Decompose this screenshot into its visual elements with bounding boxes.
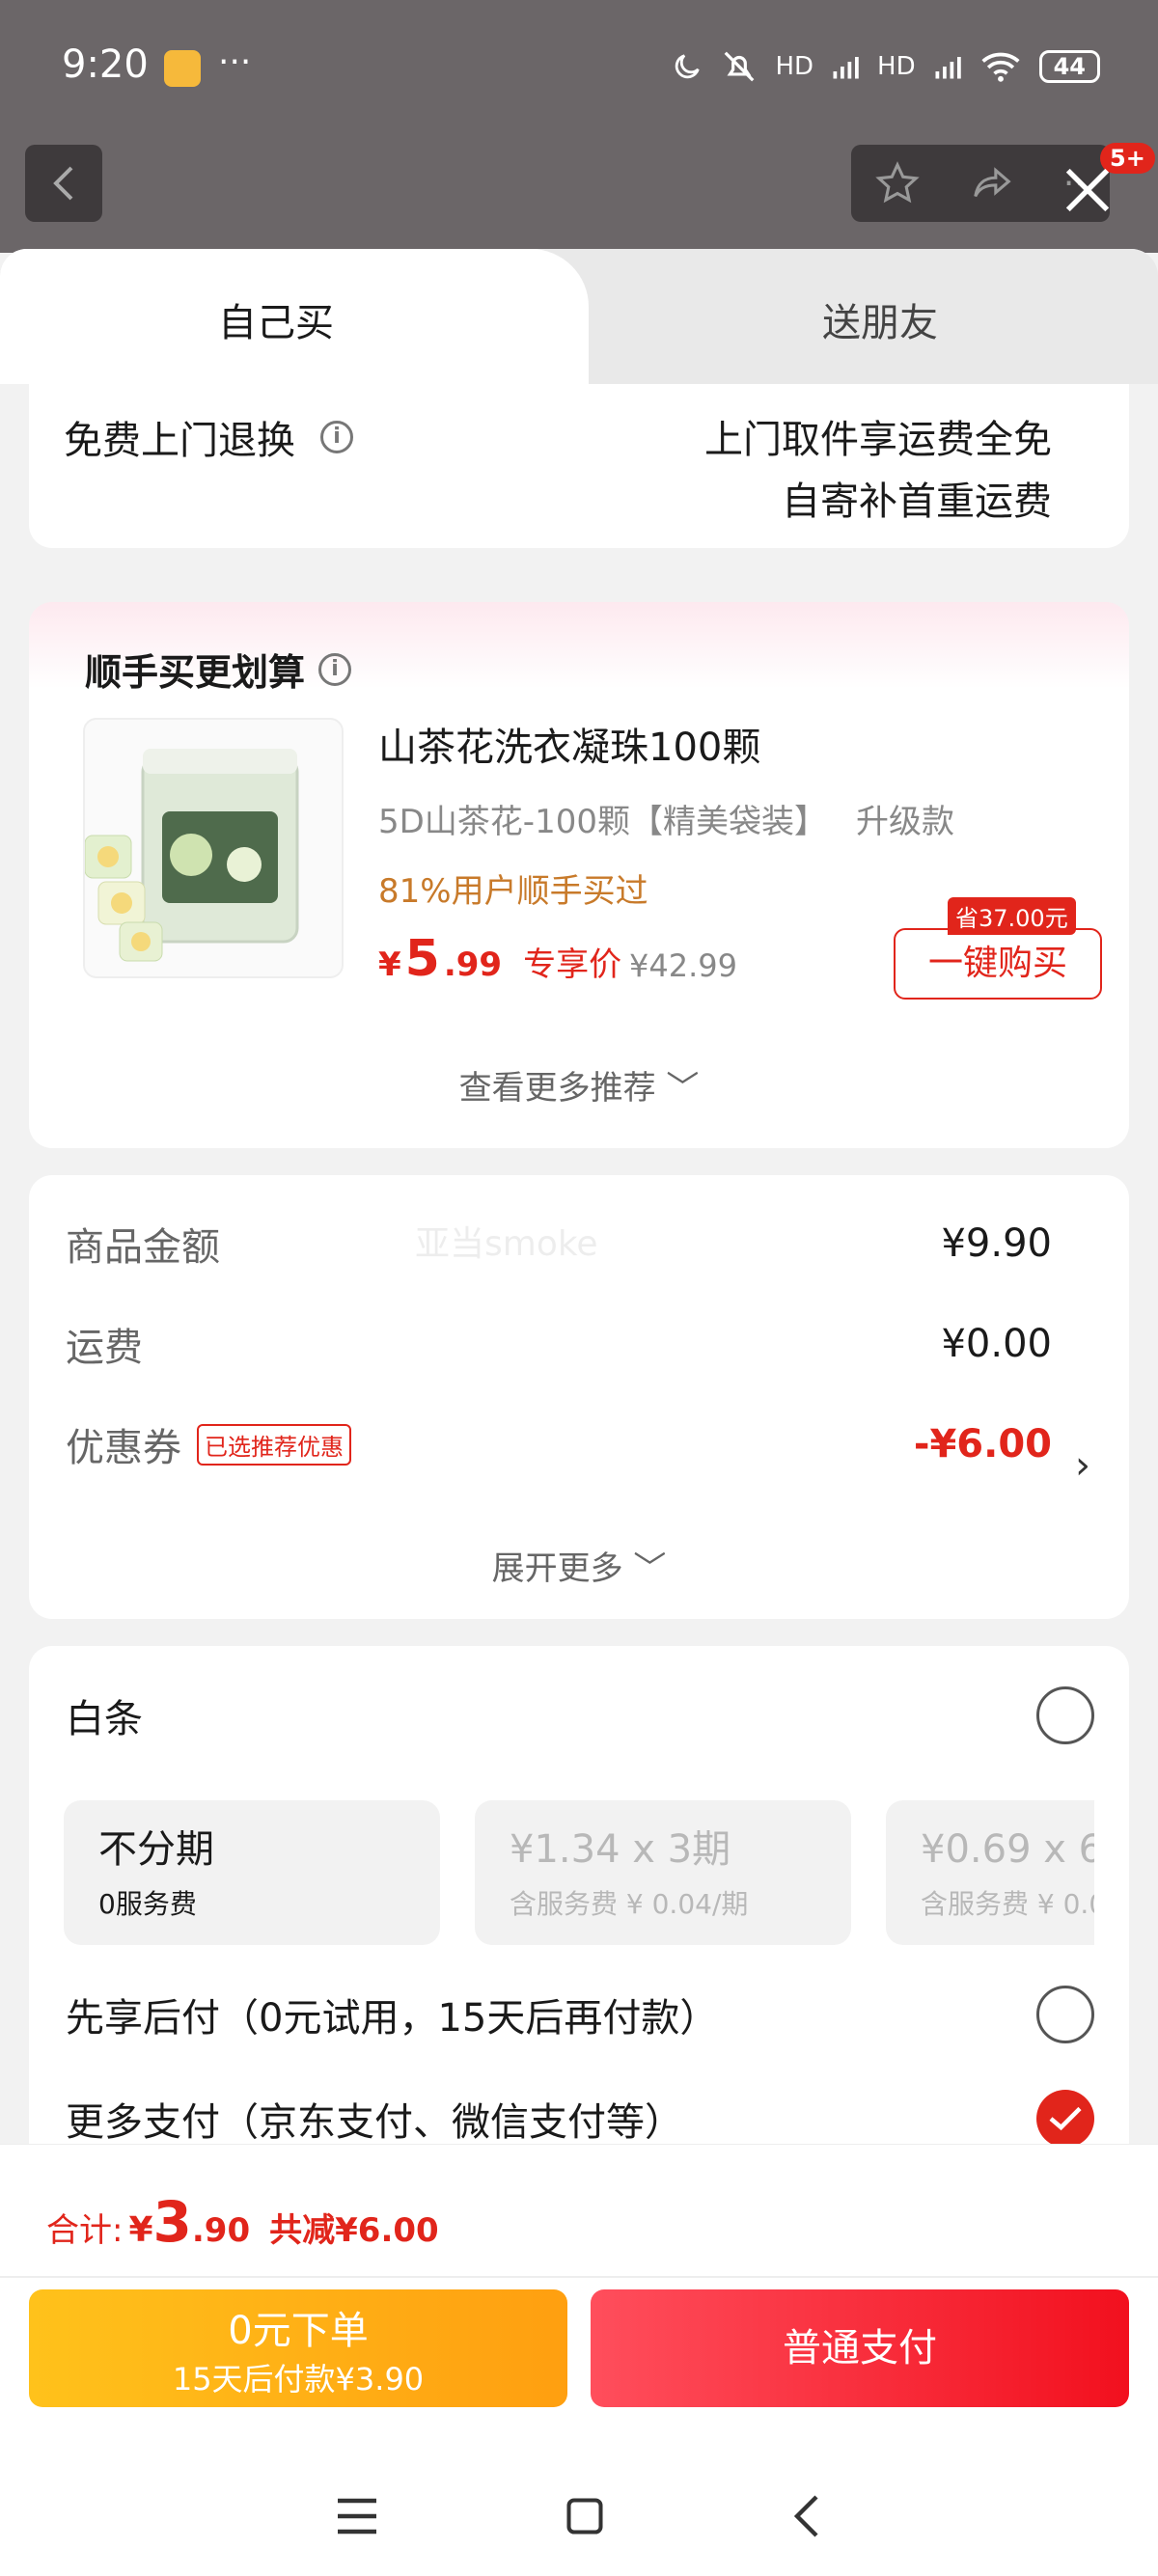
- pay-later-label: 先享后付（0元试用，15天后再付款）: [66, 1996, 719, 2041]
- total-decimal: .90: [191, 2211, 251, 2250]
- pay-later-row[interactable]: 先享后付（0元试用，15天后再付款）: [66, 1986, 1094, 2043]
- product-bucket-illustration: [85, 749, 299, 962]
- product-name[interactable]: 山茶花洗衣凝珠100颗: [378, 716, 760, 772]
- status-indicators: HD HD 44: [671, 48, 1100, 85]
- tab-buy-self-label: 自己买: [218, 301, 334, 345]
- product-spec: 5D山茶花-100颗【精美袋装】 升级款: [378, 795, 954, 842]
- chevron-right-icon[interactable]: ›: [1075, 1443, 1090, 1488]
- coupon-label-group: 优惠券 已选推荐优惠: [66, 1416, 351, 1472]
- back-arrow-icon[interactable]: [789, 2493, 824, 2539]
- product-spec-text: 5D山茶花-100颗【精美袋装】: [378, 803, 827, 841]
- save-amount-tag: 省37.00元: [948, 897, 1076, 935]
- signal-icon: [833, 57, 859, 79]
- shipping-value: ¥0.00: [941, 1322, 1052, 1366]
- total-amount: 合计: ¥ 3 .90 共减¥6.00: [46, 2189, 439, 2255]
- signal-hd-1: HD: [775, 52, 814, 81]
- tab-buy-self[interactable]: 自己买: [0, 249, 589, 384]
- zero-order-title: 0元下单: [228, 2309, 369, 2353]
- plan-title: ¥1.34 x 3期: [510, 1827, 731, 1872]
- addon-recommend-card: 顺手买更划算 i 山茶花洗衣凝珠100颗 5D山茶花-100颗【精美袋装】 升级款…: [29, 602, 1129, 1148]
- notification-app-icon: [164, 50, 201, 87]
- price-tag: 专享价: [523, 945, 622, 984]
- installment-plan-3[interactable]: ¥1.34 x 3期 含服务费 ¥ 0.04/期: [475, 1800, 851, 1945]
- shipping-label: 运费: [66, 1326, 143, 1370]
- share-icon[interactable]: [969, 161, 1015, 206]
- price-decimal: .99: [443, 945, 503, 984]
- return-line-2: 自寄补首重运费: [782, 480, 1052, 524]
- moon-icon: [676, 54, 701, 79]
- coupon-row[interactable]: 优惠券 已选推荐优惠 -¥6.00: [66, 1416, 1052, 1472]
- price-integer: 5: [404, 930, 440, 988]
- signal-icon-2: [935, 57, 961, 79]
- coupon-recommend-tag: 已选推荐优惠: [197, 1423, 351, 1466]
- status-time: 9:20: [62, 42, 149, 87]
- shipping-row: 运费 ¥0.00: [66, 1316, 1052, 1372]
- product-price: ¥ 5 .99 专享价: [378, 930, 621, 988]
- total-symbol: ¥: [128, 2210, 153, 2250]
- installment-plan-none[interactable]: 不分期 0服务费: [64, 1800, 440, 1945]
- price-symbol: ¥: [378, 945, 401, 984]
- plan-title: 不分期: [98, 1827, 214, 1872]
- baitiao-row[interactable]: 白条: [66, 1686, 1094, 1744]
- more-payment-label: 更多支付（京东支付、微信支付等）: [66, 2100, 683, 2145]
- plan-clip: ¥0.69 x 6期 含服务费 ¥ 0.0: [886, 1800, 1094, 1945]
- total-saved: 共减¥6.00: [269, 2211, 439, 2250]
- watermark: 亚当smoke: [415, 1224, 598, 1264]
- more-payment-row[interactable]: 更多支付（京东支付、微信支付等）: [66, 2090, 1094, 2148]
- items-amount-label: 商品金额: [66, 1225, 220, 1270]
- plan-fee: 0服务费: [98, 1888, 197, 1920]
- addon-title-text: 顺手买更划算: [85, 651, 306, 694]
- signal-hd-2: HD: [877, 52, 916, 81]
- baitiao-radio[interactable]: [1036, 1686, 1094, 1744]
- close-icon[interactable]: [1062, 164, 1114, 216]
- social-proof: 81%用户顺手买过: [378, 872, 648, 911]
- info-icon[interactable]: i: [320, 421, 353, 453]
- plan-fee: 含服务费 ¥ 0.04/期: [510, 1888, 749, 1920]
- divider: [0, 2276, 1158, 2278]
- wifi-icon: [981, 52, 1020, 82]
- return-service-label: 免费上门退换: [64, 419, 295, 463]
- menu-icon[interactable]: [334, 2495, 380, 2537]
- checkmark-icon: [1049, 2106, 1082, 2131]
- total-integer: 3: [152, 2189, 192, 2255]
- zero-order-subtitle: 15天后付款¥3.90: [172, 2361, 425, 2398]
- normal-pay-button[interactable]: 普通支付: [591, 2289, 1129, 2407]
- mute-bell-icon: [725, 51, 755, 82]
- home-square-icon[interactable]: [564, 2495, 606, 2537]
- installment-plan-6[interactable]: ¥0.69 x 6期 含服务费 ¥ 0.0: [886, 1800, 1094, 1945]
- return-service-card: 免费上门退换 i 上门取件享运费全免 自寄补首重运费: [29, 384, 1129, 548]
- star-icon[interactable]: [875, 161, 920, 206]
- one-click-buy-button[interactable]: 一键购买: [894, 928, 1102, 1000]
- plan-title: ¥0.69 x 6期: [921, 1827, 1094, 1872]
- more-payment-radio[interactable]: [1036, 2090, 1094, 2148]
- total-label: 合计:: [46, 2211, 124, 2250]
- status-more-dots: ···: [218, 42, 252, 82]
- baitiao-label: 白条: [66, 1697, 143, 1741]
- items-amount-value: ¥9.90: [941, 1221, 1052, 1266]
- addon-info-icon[interactable]: i: [318, 652, 352, 686]
- coupon-value: -¥6.00: [913, 1422, 1052, 1466]
- return-line-1: 上门取件享运费全免: [704, 418, 1052, 462]
- plan-fee: 含服务费 ¥ 0.0: [921, 1888, 1094, 1920]
- coupon-label: 优惠券: [66, 1426, 181, 1470]
- purchase-tabs: 送朋友 自己买: [0, 249, 1158, 384]
- battery-indicator: 44: [1038, 50, 1100, 83]
- status-bar: 9:20 ··· HD HD 44: [0, 0, 1158, 135]
- checkout-bar: 合计: ¥ 3 .90 共减¥6.00 0元下单 15天后付款¥3.90 普通支…: [0, 2144, 1158, 2576]
- chevron-left-icon: [53, 166, 73, 201]
- addon-title: 顺手买更划算 i: [85, 643, 352, 696]
- pay-later-radio[interactable]: [1036, 1986, 1094, 2043]
- return-service-title: 免费上门退换 i: [64, 409, 353, 465]
- expand-more-link[interactable]: 展开更多 ﹀: [29, 1542, 1129, 1589]
- system-nav-bar: [0, 2473, 1158, 2560]
- tab-send-friend-label: 送朋友: [822, 301, 938, 345]
- return-service-detail: 上门取件享运费全免 自寄补首重运费: [704, 409, 1052, 533]
- zero-yuan-order-button[interactable]: 0元下单 15天后付款¥3.90: [29, 2289, 567, 2407]
- product-spec-tag: 升级款: [855, 803, 954, 841]
- product-image[interactable]: [83, 718, 344, 978]
- back-button[interactable]: [25, 145, 102, 222]
- more-recommend-link[interactable]: 查看更多推荐 ﹀: [29, 1061, 1129, 1109]
- original-price: ¥42.99: [629, 947, 737, 984]
